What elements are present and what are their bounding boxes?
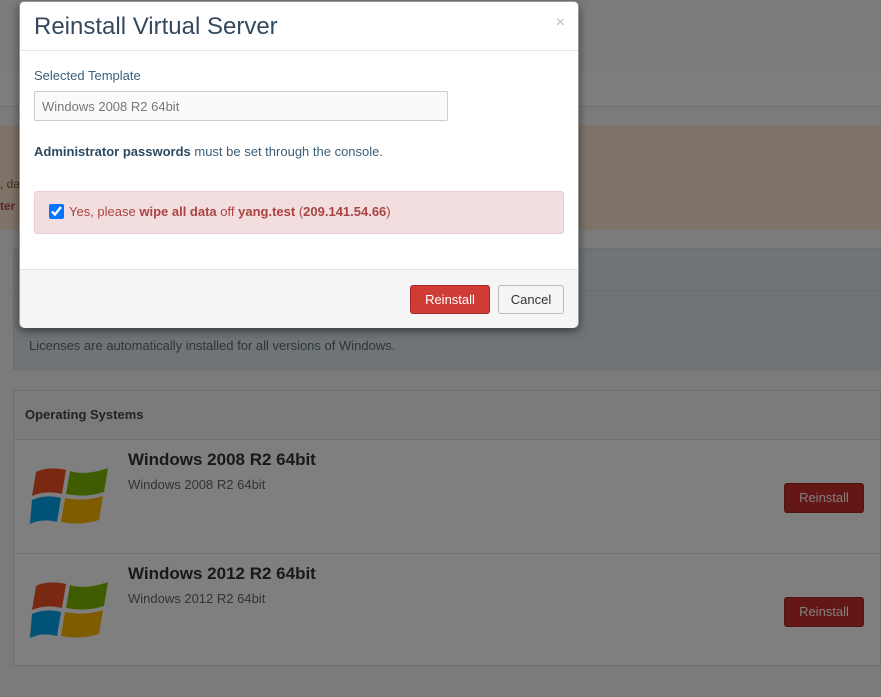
admin-note-rest: must be set through the console. bbox=[190, 144, 383, 159]
selected-template-input[interactable] bbox=[34, 91, 448, 121]
admin-password-note: Administrator passwords must be set thro… bbox=[34, 144, 383, 159]
confirm-ip-close: ) bbox=[386, 204, 391, 219]
reinstall-button[interactable]: Reinstall bbox=[410, 285, 490, 314]
admin-note-bold: Administrator passwords bbox=[34, 144, 191, 159]
confirm-hostname: yang.test bbox=[238, 204, 296, 219]
reinstall-modal: Reinstall Virtual Server × Selected Temp… bbox=[19, 1, 579, 328]
close-icon[interactable]: × bbox=[556, 14, 565, 32]
modal-title: Reinstall Virtual Server bbox=[34, 13, 278, 40]
confirm-prefix: Yes, please bbox=[69, 204, 140, 219]
confirm-wipe-text: wipe all data bbox=[139, 204, 217, 219]
wipe-confirm-checkbox[interactable] bbox=[49, 204, 64, 219]
cancel-button[interactable]: Cancel bbox=[498, 285, 564, 314]
wipe-confirm-label[interactable]: Yes, please wipe all data off yang.test … bbox=[69, 204, 391, 219]
modal-header: Reinstall Virtual Server × bbox=[20, 2, 578, 51]
confirm-middle: off bbox=[216, 204, 239, 219]
confirm-ip: 209.141.54.66 bbox=[303, 204, 387, 219]
wipe-confirm-alert: Yes, please wipe all data off yang.test … bbox=[34, 191, 564, 234]
confirm-ip-open: ( bbox=[295, 204, 304, 219]
selected-template-label: Selected Template bbox=[34, 68, 141, 83]
modal-body: Selected Template Administrator password… bbox=[20, 51, 578, 269]
modal-footer: Reinstall Cancel bbox=[20, 269, 578, 328]
